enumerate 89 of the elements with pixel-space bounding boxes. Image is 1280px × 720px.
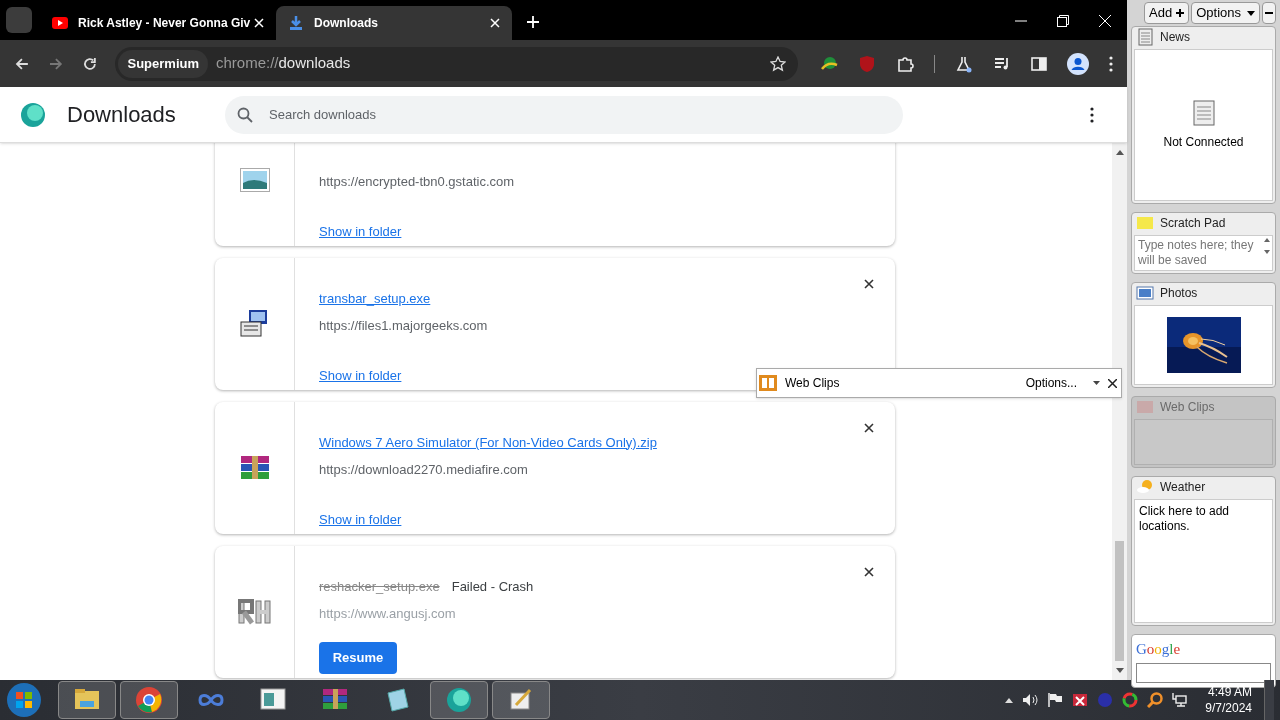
google-logo: Google bbox=[1136, 640, 1182, 659]
note-icon bbox=[1136, 214, 1154, 232]
scroll-up-icon[interactable] bbox=[1115, 149, 1124, 155]
site-chip[interactable]: Supermium bbox=[118, 49, 208, 78]
forward-icon[interactable] bbox=[47, 55, 64, 72]
source-url: https://encrypted-tbn0.gstatic.com bbox=[319, 173, 516, 191]
status-text: Failed - Crash bbox=[451, 577, 534, 596]
page-title: Downloads bbox=[67, 101, 177, 129]
side-panel-icon[interactable] bbox=[1031, 55, 1047, 72]
show-in-folder-link[interactable]: Show in folder bbox=[319, 365, 402, 385]
flag-icon[interactable] bbox=[1047, 692, 1064, 708]
show-in-folder-link[interactable]: Show in folder bbox=[319, 509, 402, 529]
taskbar-button[interactable] bbox=[120, 681, 178, 719]
options-button[interactable]: Options bbox=[1191, 2, 1260, 24]
video-icon bbox=[52, 15, 68, 31]
ring-tray-icon[interactable] bbox=[1122, 692, 1139, 708]
remove-icon[interactable] bbox=[864, 567, 874, 577]
download-icon bbox=[288, 15, 304, 31]
web-clips-gadget[interactable]: Web Clips Options... bbox=[756, 368, 1122, 398]
clock-time[interactable]: 4:49 AM bbox=[1207, 684, 1252, 700]
new-tab-icon[interactable] bbox=[526, 15, 540, 29]
search-input-field[interactable] bbox=[1136, 662, 1271, 683]
status-message: Not Connected bbox=[1163, 134, 1244, 151]
gadget-title: Weather bbox=[1160, 479, 1206, 496]
dropdown-caret-icon[interactable] bbox=[1093, 381, 1100, 385]
search-icon bbox=[237, 106, 253, 123]
caret-icon bbox=[1247, 10, 1255, 16]
show-in-folder-link[interactable]: Show in folder bbox=[319, 221, 402, 241]
network-icon[interactable] bbox=[1172, 692, 1189, 708]
file-name-link[interactable]: Windows 7 Aero Simulator (For Non-Video Cards Only).zip bbox=[319, 432, 657, 452]
taskbar-button[interactable] bbox=[58, 681, 116, 719]
clock-date[interactable]: 9/7/2024 bbox=[1205, 700, 1252, 716]
search-field[interactable]: Search downloads bbox=[269, 104, 891, 125]
network-error-icon[interactable] bbox=[1072, 692, 1089, 708]
scroll-arrows-icon[interactable] bbox=[1262, 236, 1272, 256]
url-scheme: chrome:// bbox=[216, 54, 279, 72]
gadget-title: Web Clips bbox=[785, 375, 840, 392]
menu-icon[interactable] bbox=[1109, 55, 1113, 72]
image-file-icon bbox=[239, 168, 270, 192]
clip-icon bbox=[759, 375, 777, 391]
browser-tab[interactable]: Rick Astley - Never Gonna Giv bbox=[40, 6, 276, 40]
notes-field[interactable]: Type notes here; they will be saved bbox=[1134, 235, 1273, 271]
options-menu[interactable]: Options... bbox=[1025, 374, 1077, 392]
source-url: https://download2270.mediafire.com bbox=[319, 461, 529, 479]
gadget-title: News bbox=[1160, 29, 1190, 46]
add-button[interactable]: Add bbox=[1144, 2, 1190, 24]
resume-button[interactable]: Resume bbox=[319, 641, 397, 674]
restore-icon[interactable] bbox=[1057, 15, 1069, 27]
taskbar-button[interactable] bbox=[492, 681, 550, 719]
minimize-button[interactable] bbox=[1262, 2, 1276, 24]
sun-cloud-icon bbox=[1136, 478, 1154, 496]
minus-icon bbox=[1265, 12, 1273, 14]
photo-icon bbox=[1136, 284, 1154, 302]
bookmark-star-icon[interactable] bbox=[770, 55, 786, 72]
puzzle-icon[interactable] bbox=[896, 54, 914, 73]
speaker-icon[interactable] bbox=[1022, 692, 1039, 708]
remove-icon[interactable] bbox=[864, 279, 874, 289]
reload-icon[interactable] bbox=[81, 55, 98, 72]
plus-icon bbox=[1176, 9, 1185, 17]
monogram-icon bbox=[237, 597, 272, 627]
close-icon[interactable] bbox=[1108, 378, 1117, 388]
flask-icon[interactable] bbox=[955, 54, 973, 73]
downloads-logo-icon bbox=[20, 101, 46, 128]
source-url: https://www.angusj.com bbox=[319, 605, 457, 623]
profile-avatar-icon[interactable] bbox=[1067, 52, 1089, 75]
magnifier-icon[interactable] bbox=[1147, 692, 1164, 708]
gadget-title: Photos bbox=[1160, 285, 1198, 302]
clip-icon bbox=[1136, 398, 1154, 416]
scroll-down-icon[interactable] bbox=[1115, 668, 1124, 674]
remove-icon[interactable] bbox=[864, 423, 874, 433]
search-bar[interactable]: Search downloads bbox=[225, 95, 903, 134]
file-name: reshacker_setup.exe bbox=[319, 577, 440, 596]
browser-tab[interactable]: Downloads bbox=[276, 6, 512, 40]
archive-icon bbox=[238, 454, 271, 482]
scrollbar[interactable] bbox=[1112, 143, 1127, 680]
more-options-icon[interactable] bbox=[1090, 106, 1094, 123]
gadget-title: Scratch Pad bbox=[1160, 215, 1226, 232]
gadget-title: Web Clips bbox=[1160, 399, 1215, 416]
url-path: downloads bbox=[278, 54, 351, 72]
close-tab-icon[interactable] bbox=[490, 18, 500, 28]
show-hidden-icons-icon[interactable] bbox=[1005, 697, 1014, 703]
source-url: https://files1.majorgeeks.com bbox=[319, 317, 489, 335]
start-orb-icon[interactable] bbox=[6, 682, 42, 718]
file-name-link[interactable]: transbar_setup.exe bbox=[319, 288, 431, 308]
chrome-icon bbox=[134, 685, 164, 715]
browser-icon bbox=[444, 685, 474, 715]
close-tab-icon[interactable] bbox=[254, 18, 264, 28]
scrollbar-thumb[interactable] bbox=[1115, 541, 1124, 661]
address-bar[interactable]: Supermium chrome://downloads bbox=[115, 46, 798, 81]
